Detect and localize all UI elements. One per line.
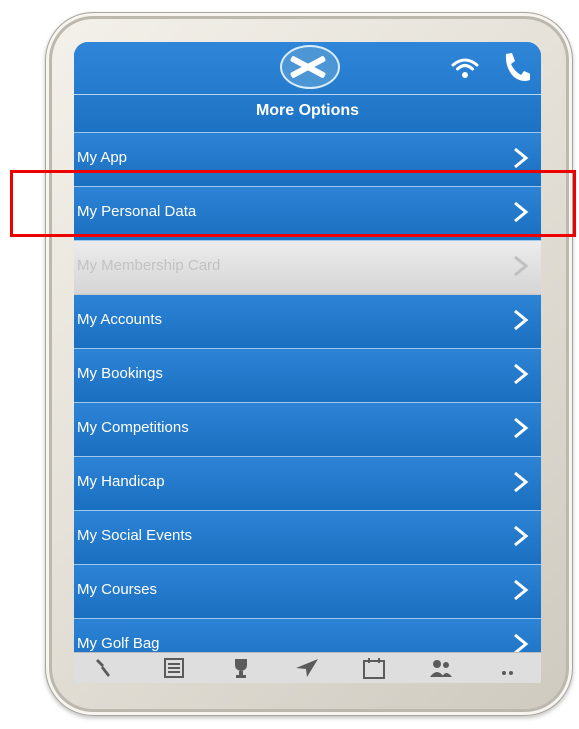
menu-item-label: My Handicap	[77, 473, 165, 490]
navigate-icon[interactable]	[290, 655, 324, 681]
page-title: More Options	[255, 102, 360, 119]
golf-icon[interactable]	[90, 655, 124, 681]
menu-item-my-competitions[interactable]: My Competitions	[74, 403, 541, 457]
menu-item-label: My Membership Card	[77, 257, 221, 274]
menu-item-my-social-events[interactable]: My Social Events	[74, 511, 541, 565]
menu-item-label: My Competitions	[77, 419, 189, 436]
chevron-right-icon	[512, 146, 534, 172]
bottom-tab-bar	[74, 652, 541, 683]
saltire-flag-icon	[280, 45, 340, 89]
menu-item-my-handicap[interactable]: My Handicap	[74, 457, 541, 511]
menu-item-label: My Golf Bag	[77, 635, 160, 652]
chevron-right-icon	[512, 362, 534, 388]
app-header: More Options	[74, 42, 541, 133]
chevron-right-icon	[512, 524, 534, 550]
header-divider	[74, 94, 541, 95]
wifi-icon	[450, 56, 480, 80]
menu-item-label: My Bookings	[77, 365, 163, 382]
menu-item-my-bookings[interactable]: My Bookings	[74, 349, 541, 403]
chevron-right-icon	[512, 308, 534, 334]
chevron-right-icon	[512, 470, 534, 496]
menu-item-my-membership-card: My Membership Card	[74, 241, 541, 295]
chevron-right-icon	[512, 578, 534, 604]
menu-item-label: My Social Events	[77, 527, 193, 544]
menu-item-label: My App	[77, 149, 128, 166]
app-screen: More Options My App My Personal Data My …	[74, 42, 541, 678]
chevron-right-icon	[512, 416, 534, 442]
menu-item-label: My Courses	[77, 581, 158, 598]
members-icon[interactable]	[424, 655, 458, 681]
menu-item-my-courses[interactable]: My Courses	[74, 565, 541, 619]
trophy-icon[interactable]	[224, 655, 258, 681]
menu-item-my-accounts[interactable]: My Accounts	[74, 295, 541, 349]
news-icon[interactable]	[157, 655, 191, 681]
highlight-box	[10, 170, 576, 237]
menu-item-label: My Accounts	[77, 311, 163, 328]
more-icon[interactable]	[491, 655, 525, 681]
phone-icon[interactable]	[500, 50, 531, 84]
calendar-icon[interactable]	[357, 655, 391, 681]
chevron-right-icon	[512, 254, 534, 280]
